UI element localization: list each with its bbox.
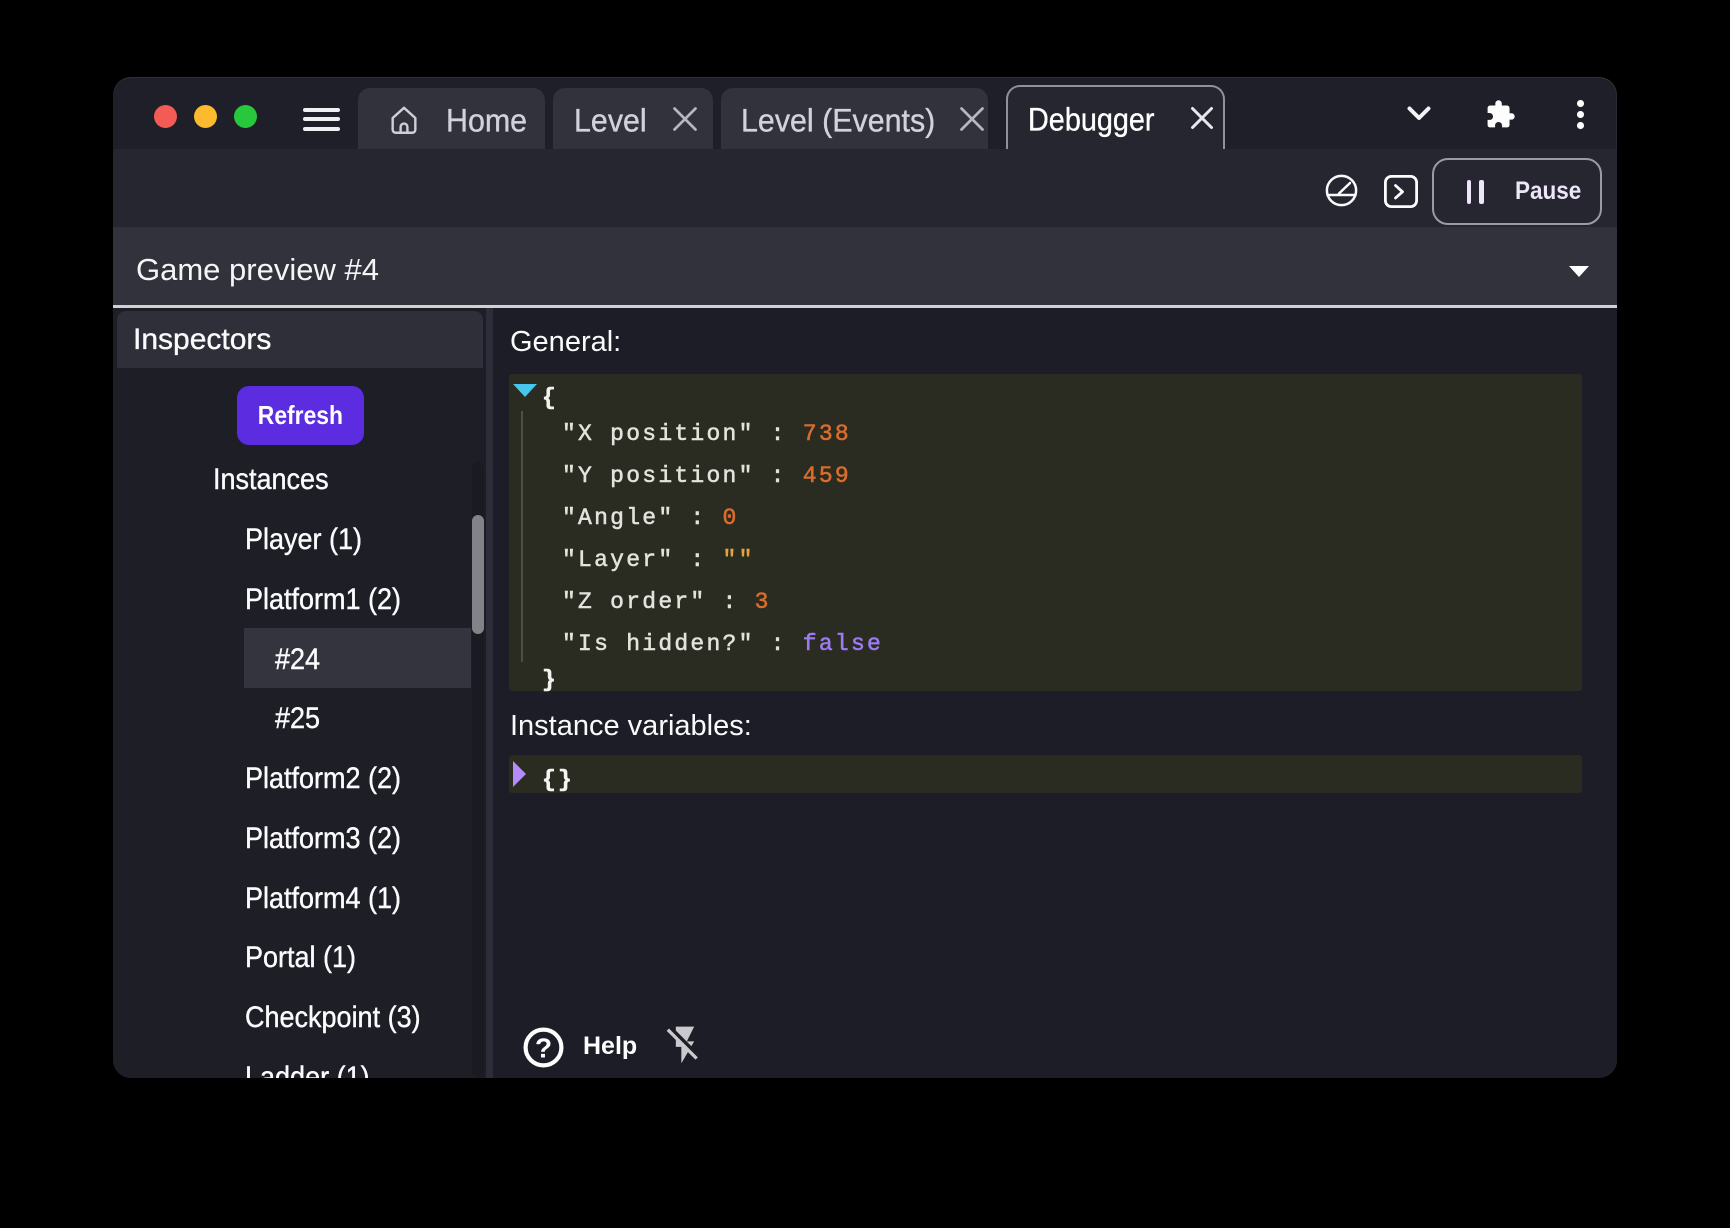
svg-text:?: ? — [535, 1033, 552, 1064]
